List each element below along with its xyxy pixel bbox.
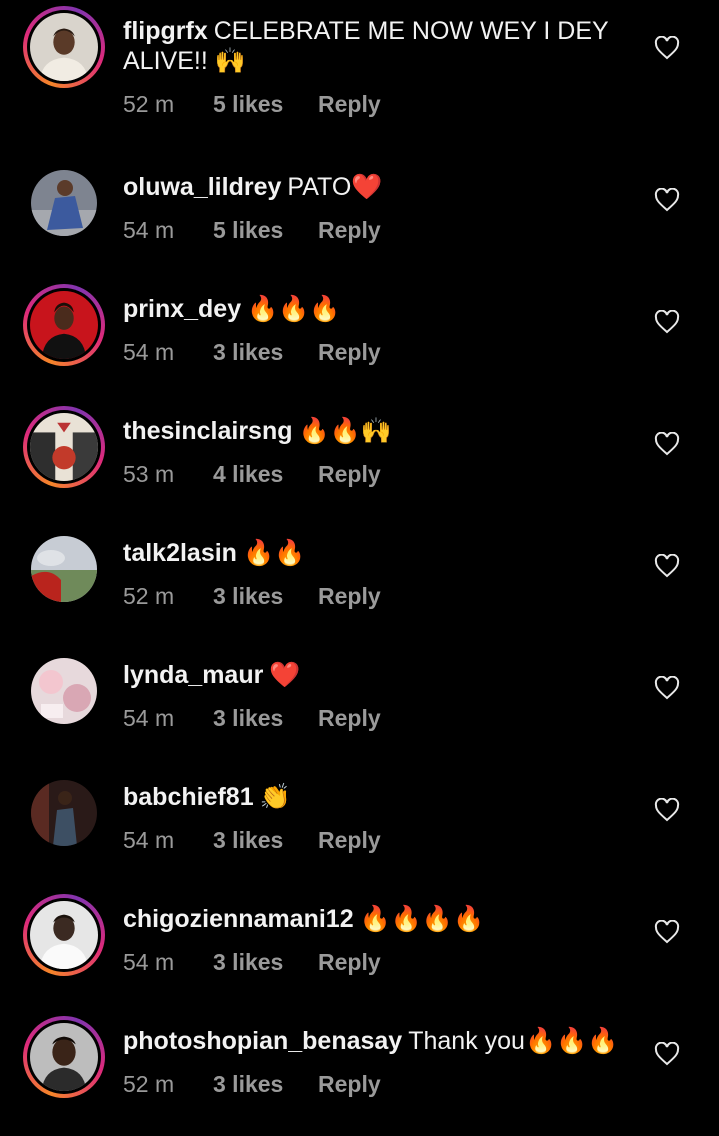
comment-text: PATO❤️ xyxy=(287,173,383,201)
heart-outline-icon[interactable] xyxy=(654,188,680,212)
comment-item: talk2lasin 🔥🔥 52 m 3 likes Reply xyxy=(0,526,719,648)
avatar[interactable] xyxy=(23,6,105,88)
comment-time: 54 m xyxy=(123,217,175,243)
comment-time: 52 m xyxy=(123,583,175,609)
comment-likes[interactable]: 5 likes xyxy=(213,90,318,118)
comment-time: 54 m xyxy=(123,339,175,365)
comment-username[interactable]: oluwa_lildrey xyxy=(123,173,281,201)
comment-item: babchief81 👏 54 m 3 likes Reply xyxy=(0,770,719,892)
avatar-image xyxy=(30,901,98,969)
reply-button[interactable]: Reply xyxy=(318,90,381,118)
comment-username[interactable]: talk2lasin xyxy=(123,539,237,567)
heart-outline-icon[interactable] xyxy=(654,432,680,456)
avatar[interactable] xyxy=(23,528,105,610)
reply-button[interactable]: Reply xyxy=(318,826,381,854)
avatar[interactable] xyxy=(23,162,105,244)
avatar-image xyxy=(30,13,98,81)
avatar-image xyxy=(30,291,98,359)
reply-button[interactable]: Reply xyxy=(318,338,381,366)
comment-item: chigoziennamani12 🔥🔥🔥🔥 54 m 3 likes Reply xyxy=(0,892,719,1014)
comment-text: 🔥🔥🔥🔥 xyxy=(359,905,485,933)
heart-outline-icon[interactable] xyxy=(654,310,680,334)
avatar-image xyxy=(30,1023,98,1091)
comment-item: thesinclairsng 🔥🔥🙌 53 m 4 likes Reply xyxy=(0,404,719,526)
comment-text: 🔥🔥🔥 xyxy=(247,295,341,323)
comment-text: ❤️ xyxy=(269,661,301,689)
avatar-image xyxy=(31,536,97,602)
comment-likes[interactable]: 3 likes xyxy=(213,338,318,366)
avatar[interactable] xyxy=(23,650,105,732)
comment-likes[interactable]: 3 likes xyxy=(213,582,318,610)
comment-time: 52 m xyxy=(123,1071,175,1097)
heart-outline-icon[interactable] xyxy=(654,1042,680,1066)
comment-username[interactable]: flipgrfx xyxy=(123,17,208,45)
comment-item: flipgrfx CELEBRATE ME NOW WEY I DEY ALIVE… xyxy=(0,4,719,126)
comment-time: 53 m xyxy=(123,461,175,487)
comment-username[interactable]: photoshopian_benasay xyxy=(123,1027,402,1055)
heart-outline-icon[interactable] xyxy=(654,36,680,60)
reply-button[interactable]: Reply xyxy=(318,460,381,488)
avatar-image xyxy=(31,170,97,236)
comment-item: photoshopian_benasay Thank you🔥🔥🔥 52 m 3 l… xyxy=(0,1014,719,1136)
avatar[interactable] xyxy=(23,894,105,976)
avatar[interactable] xyxy=(23,406,105,488)
reply-button[interactable]: Reply xyxy=(318,704,381,732)
reply-button[interactable]: Reply xyxy=(318,216,381,244)
comment-item: prinx_dey 🔥🔥🔥 54 m 3 likes Reply xyxy=(0,282,719,404)
comment-text: 🔥🔥 xyxy=(242,539,306,567)
comment-time: 54 m xyxy=(123,827,175,853)
comment-item: oluwa_lildrey PATO❤️ 54 m 5 likes Reply xyxy=(0,160,719,282)
comment-username[interactable]: chigoziennamani12 xyxy=(123,905,354,933)
comment-time: 54 m xyxy=(123,949,175,975)
heart-outline-icon[interactable] xyxy=(654,676,680,700)
avatar-image xyxy=(31,658,97,724)
avatar[interactable] xyxy=(23,284,105,366)
reply-button[interactable]: Reply xyxy=(318,1070,381,1098)
comment-username[interactable]: thesinclairsng xyxy=(123,417,293,445)
comment-time: 52 m xyxy=(123,91,175,117)
comment-text: 👏 xyxy=(259,783,291,811)
comment-username[interactable]: lynda_maur xyxy=(123,661,263,689)
heart-outline-icon[interactable] xyxy=(654,798,680,822)
comment-time: 54 m xyxy=(123,705,175,731)
reply-button[interactable]: Reply xyxy=(318,582,381,610)
comment-likes[interactable]: 5 likes xyxy=(213,216,318,244)
comment-text: 🔥🔥🙌 xyxy=(298,417,392,445)
avatar[interactable] xyxy=(23,1016,105,1098)
comment-item: lynda_maur ❤️ 54 m 3 likes Reply xyxy=(0,648,719,770)
avatar-image xyxy=(31,780,97,846)
heart-outline-icon[interactable] xyxy=(654,554,680,578)
comment-likes[interactable]: 4 likes xyxy=(213,460,318,488)
comment-username[interactable]: babchief81 xyxy=(123,783,254,811)
comment-likes[interactable]: 3 likes xyxy=(213,1070,318,1098)
comment-likes[interactable]: 3 likes xyxy=(213,704,318,732)
heart-outline-icon[interactable] xyxy=(654,920,680,944)
avatar[interactable] xyxy=(23,772,105,854)
comment-text: Thank you🔥🔥🔥 xyxy=(408,1027,619,1055)
comment-username[interactable]: prinx_dey xyxy=(123,295,241,323)
comment-likes[interactable]: 3 likes xyxy=(213,826,318,854)
reply-button[interactable]: Reply xyxy=(318,948,381,976)
comment-likes[interactable]: 3 likes xyxy=(213,948,318,976)
avatar-image xyxy=(30,413,98,481)
